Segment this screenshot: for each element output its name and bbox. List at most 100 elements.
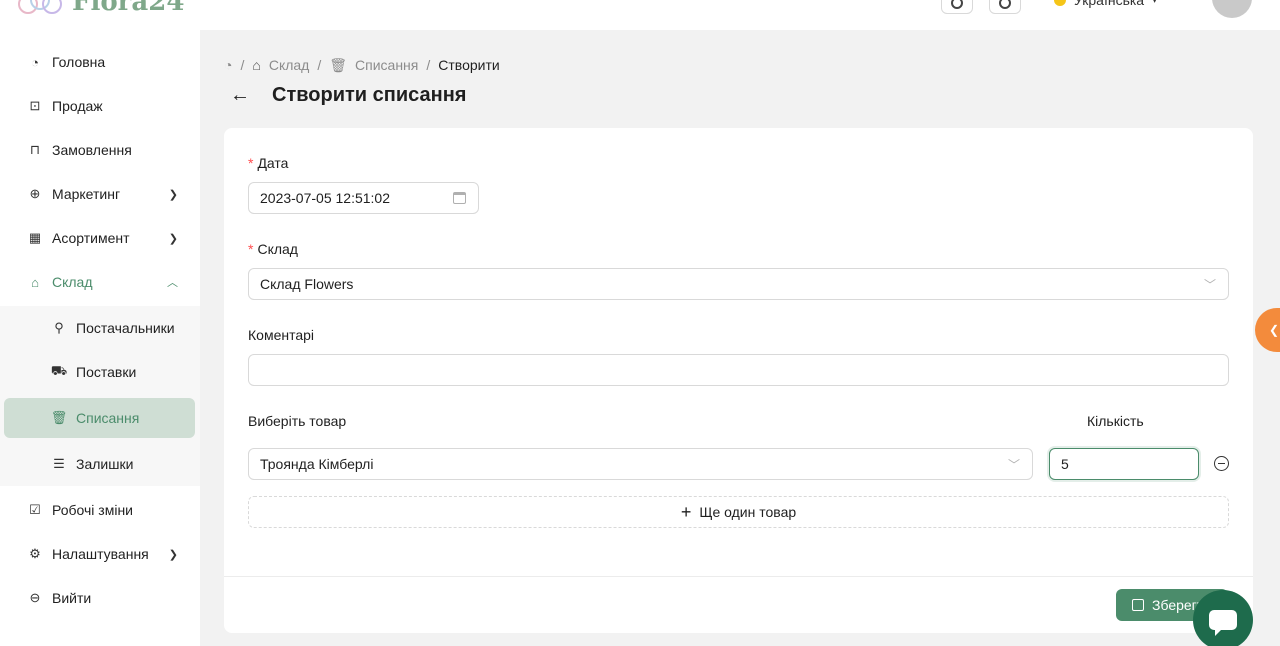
warehouse-select[interactable]: Склад Flowers ﹀ — [248, 268, 1229, 300]
trash-icon: 🗑 — [50, 410, 68, 425]
sidebar: ◔ Головна ⊡ Продаж ⊓ Замовлення ⊕ Маркет… — [0, 30, 200, 646]
shopping-bag-icon: ⊓ — [29, 142, 41, 157]
sidebar-item-logout[interactable]: ⊖ Вийти — [0, 576, 200, 620]
title-row: ← Створити списання — [230, 84, 466, 107]
product-value: Троянда Кімберлі — [260, 456, 374, 472]
sidebar-item-orders[interactable]: ⊓ Замовлення — [0, 128, 200, 172]
logo-text: Flora24 — [72, 0, 185, 17]
sidebar-item-writeoffs[interactable]: 🗑 Списання — [4, 398, 195, 438]
date-label-text: Дата — [257, 155, 289, 171]
sidebar-item-assortment[interactable]: ▦ Асортимент ❯ — [0, 216, 200, 260]
settings-drawer-tab[interactable]: ❮ — [1255, 308, 1280, 352]
chat-button[interactable] — [1193, 590, 1253, 646]
page-title: Створити списання — [272, 84, 467, 106]
quantity-input[interactable]: 5 — [1049, 448, 1199, 480]
trash-icon: 🗑 — [329, 56, 348, 73]
back-arrow-icon[interactable]: ← — [230, 84, 250, 107]
chevron-left-icon: ❮ — [1269, 323, 1280, 337]
sidebar-item-label: Списання — [76, 410, 140, 426]
breadcrumb-current: Створити — [438, 57, 500, 73]
warehouse-icon: ⌂ — [252, 57, 261, 73]
flag-icon — [1054, 0, 1066, 6]
warehouse-submenu: ⚲ Постачальники ⛟ Поставки 🗑 Списання ☰ … — [0, 306, 200, 486]
logo-mark-icon — [18, 0, 66, 20]
chevron-down-icon: ﹀ — [1203, 277, 1216, 292]
save-icon — [1132, 599, 1144, 611]
date-label: * Дата — [248, 155, 288, 171]
breadcrumb-warehouse[interactable]: Склад — [269, 57, 310, 73]
language-label: Українська — [1074, 0, 1145, 8]
list-icon: ☰ — [53, 456, 65, 471]
sidebar-item-deliveries[interactable]: ⛟ Поставки — [0, 350, 200, 394]
card-footer-divider — [224, 576, 1253, 577]
logout-icon: ⊖ — [29, 590, 41, 605]
sidebar-item-warehouse[interactable]: ⌂ Склад ︿ — [0, 260, 200, 304]
sidebar-item-label: Залишки — [76, 456, 134, 472]
add-product-button[interactable]: + Ще один товар — [248, 496, 1229, 528]
sidebar-item-label: Поставки — [76, 364, 137, 380]
add-product-label: Ще один товар — [699, 504, 797, 520]
chevron-up-icon: ︿ — [167, 277, 178, 289]
sidebar-item-label: Продаж — [52, 98, 103, 114]
sidebar-item-label: Замовлення — [52, 142, 132, 158]
sidebar-item-shifts[interactable]: ☑ Робочі зміни — [0, 488, 200, 532]
required-mark: * — [248, 241, 254, 257]
sidebar-item-label: Маркетинг — [52, 186, 121, 202]
logo[interactable]: Flora24 — [18, 0, 184, 20]
gear-icon: ⚙ — [29, 546, 41, 561]
sidebar-item-label: Головна — [52, 54, 106, 70]
breadcrumb-writeoffs[interactable]: Списання — [355, 57, 418, 73]
target-icon: ⊕ — [29, 186, 41, 201]
sidebar-item-label: Вийти — [52, 590, 92, 606]
language-selector[interactable]: Українська ▾ — [1054, 0, 1157, 8]
date-value: 2023-07-05 12:51:02 — [260, 190, 390, 206]
truck-icon: ⛟ — [50, 363, 68, 378]
chevron-down-icon: ❯ — [168, 548, 178, 561]
warehouse-icon: ⌂ — [31, 274, 39, 290]
date-picker[interactable]: 2023-07-05 12:51:02 — [248, 182, 479, 214]
sidebar-item-label: Налаштування — [52, 546, 149, 562]
warehouse-label: * Склад — [248, 241, 298, 257]
breadcrumb-separator: / — [317, 57, 322, 73]
breadcrumb-separator: / — [426, 57, 431, 73]
supplier-icon: ⚲ — [54, 320, 64, 335]
warehouse-value: Склад Flowers — [260, 276, 354, 292]
chevron-down-icon: ❯ — [168, 232, 178, 245]
chevron-down-icon: ❯ — [168, 188, 178, 201]
sidebar-item-label: Асортимент — [52, 230, 130, 246]
sidebar-item-settings[interactable]: ⚙ Налаштування ❯ — [0, 532, 200, 576]
sidebar-item-stock[interactable]: ☰ Залишки — [0, 442, 200, 486]
settings-button[interactable] — [989, 0, 1021, 14]
sidebar-item-label: Склад — [52, 274, 93, 290]
avatar[interactable] — [1212, 0, 1252, 18]
required-mark: * — [248, 155, 254, 171]
chevron-down-icon: ﹀ — [1007, 457, 1020, 472]
sidebar-item-marketing[interactable]: ⊕ Маркетинг ❯ — [0, 172, 200, 216]
sidebar-item-home[interactable]: ◔ Головна — [0, 40, 200, 84]
chat-icon — [1209, 610, 1237, 636]
comment-label: Коментарі — [248, 327, 315, 343]
refresh-button[interactable] — [941, 0, 973, 14]
breadcrumb: ◔ / ⌂ Склад / 🗑 Списання / Створити — [224, 56, 500, 74]
dashboard-icon: ◔ — [31, 54, 39, 70]
quantity-value: 5 — [1061, 456, 1069, 472]
sidebar-item-label: Постачальники — [76, 320, 175, 336]
terminal-icon: ⊡ — [29, 98, 41, 113]
product-select[interactable]: Троянда Кімберлі ﹀ — [248, 448, 1033, 480]
product-label: Виберіть товар — [248, 413, 347, 429]
calendar-check-icon: ☑ — [29, 502, 41, 517]
dashboard-icon[interactable]: ◔ — [224, 57, 232, 73]
sidebar-item-label: Робочі зміни — [52, 502, 134, 518]
form-card: * Дата 2023-07-05 12:51:02 * Склад Склад F… — [224, 128, 1253, 633]
calendar-icon — [453, 192, 466, 204]
refresh-icon — [951, 0, 963, 9]
comment-input[interactable] — [248, 354, 1229, 386]
sidebar-item-sales[interactable]: ⊡ Продаж — [0, 84, 200, 128]
sidebar-item-suppliers[interactable]: ⚲ Постачальники — [0, 306, 200, 350]
remove-product-icon[interactable] — [1214, 456, 1229, 471]
quantity-label: Кількість — [1087, 413, 1144, 429]
warehouse-label-text: Склад — [257, 241, 298, 257]
chevron-down-icon: ▾ — [1152, 0, 1158, 6]
plus-icon: + — [680, 502, 692, 522]
table-icon: ▦ — [28, 230, 42, 245]
